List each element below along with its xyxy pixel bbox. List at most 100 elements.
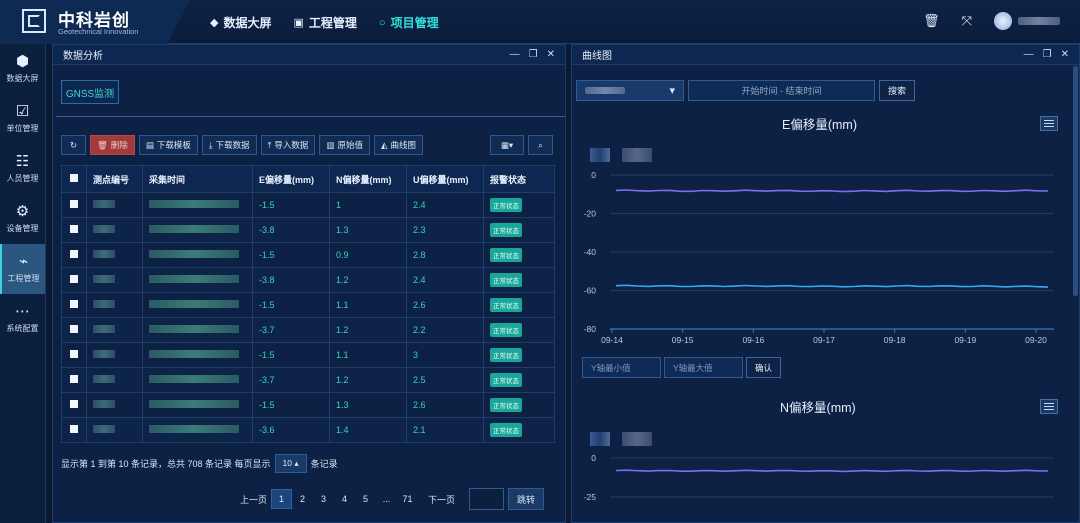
trash-icon[interactable]: 🗑 — [923, 13, 940, 29]
table-row[interactable]: -1.5 1.1 3 正常状态 — [61, 342, 555, 368]
row-checkbox[interactable] — [70, 250, 78, 258]
column-header[interactable]: U偏移量(mm) — [406, 165, 484, 193]
row-select-cell[interactable] — [61, 317, 87, 343]
search-button[interactable]: 搜索 — [879, 80, 916, 101]
user-menu[interactable] — [994, 12, 1060, 30]
tab-gnss[interactable]: GNSS监测 — [61, 80, 119, 104]
page-button[interactable]: 71 — [397, 489, 418, 509]
table-row[interactable]: -1.5 1.3 2.6 正常状态 — [61, 392, 555, 418]
row-checkbox[interactable] — [70, 275, 78, 283]
fullscreen-icon[interactable]: ⤧ — [962, 13, 972, 29]
u-offset-cell: 2.4 — [406, 192, 484, 218]
sidebar-item-data-screen[interactable]: ⬢ 数据大屏 — [0, 44, 45, 94]
page-button[interactable]: 2 — [292, 489, 313, 509]
point-select[interactable]: ▾ — [576, 80, 684, 101]
minimize-icon[interactable]: — — [510, 49, 520, 60]
sidebar-item-devices[interactable]: ⚙ 设备管理 — [0, 194, 45, 244]
row-checkbox[interactable] — [70, 225, 78, 233]
refresh-button[interactable]: ↻ — [61, 135, 86, 155]
chart-menu-icon[interactable] — [1040, 116, 1058, 131]
sidebar-item-projects[interactable]: ⌁ 工程管理 — [0, 244, 45, 294]
row-checkbox[interactable] — [70, 425, 78, 433]
column-header[interactable]: E偏移量(mm) — [252, 165, 330, 193]
close-icon[interactable]: ✕ — [1061, 49, 1069, 60]
row-select-cell[interactable] — [61, 217, 87, 243]
row-select-cell[interactable] — [61, 417, 87, 443]
maximize-icon[interactable]: ❐ — [529, 49, 538, 60]
table-row[interactable]: -1.5 1 2.4 正常状态 — [61, 192, 555, 218]
chart-menu-icon[interactable] — [1040, 399, 1058, 414]
column-header[interactable]: 报警状态 — [483, 165, 555, 193]
e-offset-cell: -3.7 — [252, 317, 330, 343]
jump-button[interactable]: 跳转 — [508, 488, 545, 510]
table-row[interactable]: -3.8 1.2 2.4 正常状态 — [61, 267, 555, 293]
monitor-icon: ▣ — [293, 17, 304, 29]
y-tick-label: -25 — [584, 492, 597, 502]
table-row[interactable]: -1.5 1.1 2.6 正常状态 — [61, 292, 555, 318]
search-button[interactable]: ⌕ — [528, 135, 553, 155]
confirm-button[interactable]: 确认 — [746, 357, 782, 378]
delete-button[interactable]: 🗑 删除 — [90, 135, 135, 155]
nav-item-management[interactable]: ○ 项目管理 — [379, 14, 439, 31]
row-checkbox[interactable] — [70, 325, 78, 333]
row-select-cell[interactable] — [61, 392, 87, 418]
table-row[interactable]: -3.6 1.4 2.1 正常状态 — [61, 417, 555, 443]
sidebar-item-people[interactable]: ☷ 人员管理 — [0, 144, 45, 194]
next-page-button[interactable]: 下一页 — [424, 489, 459, 509]
row-select-cell[interactable] — [61, 267, 87, 293]
download-data-button[interactable]: ⤓ 下载数据 — [201, 135, 257, 155]
row-select-cell[interactable] — [61, 192, 87, 218]
row-checkbox[interactable] — [70, 300, 78, 308]
row-checkbox[interactable] — [70, 350, 78, 358]
logo[interactable]: 中科岩创 Geotechnical Innovation — [0, 0, 190, 44]
row-checkbox[interactable] — [70, 200, 78, 208]
row-select-cell[interactable] — [61, 342, 87, 368]
download-icon: ⤓ — [208, 139, 213, 150]
columns-toggle-button[interactable]: ▦▾ — [490, 135, 524, 155]
page-button[interactable]: 1 — [271, 489, 293, 509]
sidebar-item-units[interactable]: ☑ 单位管理 — [0, 94, 45, 144]
column-header[interactable]: N偏移量(mm) — [329, 165, 407, 193]
sidebar-item-label: 单位管理 — [6, 124, 39, 133]
y-max-input[interactable]: Y轴最大值 — [664, 357, 743, 378]
select-all-cell[interactable] — [61, 165, 87, 193]
row-select-cell[interactable] — [61, 242, 87, 268]
close-icon[interactable]: ✕ — [547, 49, 555, 60]
table-row[interactable]: -3.7 1.2 2.2 正常状态 — [61, 317, 555, 343]
point-id-cell — [86, 292, 143, 318]
table-row[interactable]: -3.7 1.2 2.5 正常状态 — [61, 367, 555, 393]
x-tick-label: 09-16 — [742, 335, 764, 345]
table-row[interactable]: -3.8 1.3 2.3 正常状态 — [61, 217, 555, 243]
minimize-icon[interactable]: — — [1024, 49, 1034, 60]
page-button[interactable]: 4 — [334, 489, 355, 509]
nav-data-screen[interactable]: ◆ 数据大屏 — [210, 14, 271, 31]
column-header[interactable]: 测点编号 — [86, 165, 143, 193]
page-size-select[interactable]: 10 ▴ — [274, 454, 307, 473]
date-range-input[interactable]: 开始时间 - 结束时间 — [688, 80, 875, 101]
jump-page-input[interactable] — [469, 488, 505, 510]
y-min-input[interactable]: Y轴最小值 — [582, 357, 661, 378]
row-select-cell[interactable] — [61, 367, 87, 393]
panel-window-controls: — ❐ ✕ — [1024, 49, 1069, 60]
nav-project-management[interactable]: ▣ 工程管理 — [293, 14, 356, 31]
page-button[interactable]: 5 — [355, 489, 376, 509]
n-offset-cell: 1.3 — [329, 217, 407, 243]
sidebar-item-settings[interactable]: ⋯ 系统配置 — [0, 294, 45, 344]
n-offset-cell: 0.9 — [329, 242, 407, 268]
row-checkbox[interactable] — [70, 375, 78, 383]
raw-value-button[interactable]: ▥ 原始值 — [319, 135, 370, 155]
import-data-button[interactable]: ⤒ 导入数据 — [260, 135, 316, 155]
prev-page-button[interactable]: 上一页 — [236, 489, 271, 509]
table-row[interactable]: -1.5 0.9 2.8 正常状态 — [61, 242, 555, 268]
e-offset-cell: -3.8 — [252, 267, 330, 293]
row-select-cell[interactable] — [61, 292, 87, 318]
page-button[interactable]: 3 — [313, 489, 334, 509]
button-label: 导入数据 — [274, 140, 309, 150]
maximize-icon[interactable]: ❐ — [1043, 49, 1052, 60]
scrollbar[interactable] — [1073, 66, 1078, 296]
column-header[interactable]: 采集时间 — [142, 165, 253, 193]
curve-button[interactable]: ◭ 曲线图 — [373, 135, 424, 155]
download-template-button[interactable]: ▤ 下载模板 — [138, 135, 198, 155]
select-all-checkbox[interactable] — [70, 174, 78, 182]
row-checkbox[interactable] — [70, 400, 78, 408]
